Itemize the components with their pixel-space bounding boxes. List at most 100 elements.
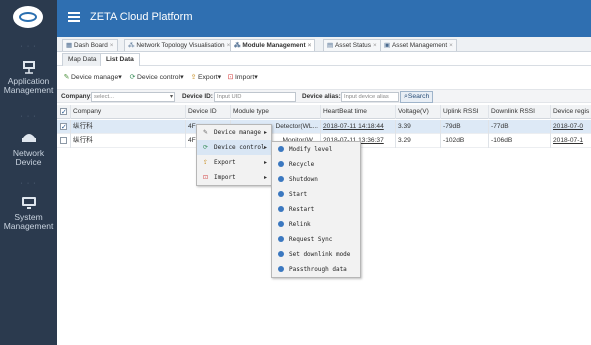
menu-item-label: Request Sync xyxy=(289,236,333,243)
device-manage-button[interactable]: ✎ Device manage▾ xyxy=(63,72,122,84)
left-sidebar: · · · Application Management · · · Netwo… xyxy=(0,0,57,345)
chevron-right-icon: ▸ xyxy=(263,174,267,181)
sidebar-item-system-management[interactable]: System Management xyxy=(0,196,57,231)
column-header[interactable]: Module type xyxy=(231,105,321,119)
sidebar-divider: · · · xyxy=(20,113,37,120)
search-button[interactable]: ⌕Search xyxy=(400,91,434,103)
column-header[interactable]: Company xyxy=(71,105,186,119)
chevron-right-icon: ▸ xyxy=(263,159,267,166)
close-icon[interactable]: × xyxy=(373,42,377,49)
dropdown-arrow-icon: ▾ xyxy=(180,74,184,81)
bullet-icon xyxy=(276,172,285,188)
cell-downlink-rssi: -77dB xyxy=(489,120,551,134)
import-icon: ⊡ xyxy=(202,174,209,181)
table-header: Company Device ID Module type HeartBeat … xyxy=(57,105,591,119)
bullet-icon xyxy=(276,247,285,263)
bullet-icon xyxy=(276,217,285,233)
submenu-item-recycle[interactable]: Recycle xyxy=(272,157,360,172)
row-checkbox[interactable] xyxy=(60,137,67,144)
tab-label: Dash Board xyxy=(74,42,108,49)
device-control-button[interactable]: ⟳ Device control▾ xyxy=(129,72,184,84)
tab-asset-management[interactable]: ▣ Asset Management × xyxy=(380,39,457,51)
column-header[interactable]: HeartBeat time xyxy=(321,105,396,119)
table-row[interactable]: 纵行科 4F Detector(WL... 2018-07-11 14:18:4… xyxy=(57,120,591,134)
sidebar-label: Device xyxy=(15,157,42,167)
device-id-label: Device ID: xyxy=(182,93,213,100)
device-alias-input[interactable]: Input device alias xyxy=(341,92,399,102)
bullet-icon xyxy=(276,232,285,248)
submenu-item-set-downlink-mode[interactable]: Set downlink mode xyxy=(272,247,360,262)
tab-label: Module Management xyxy=(242,42,306,49)
close-icon[interactable]: × xyxy=(110,42,114,49)
company-placeholder: select... xyxy=(94,94,114,100)
menu-item-label: Passthrough data xyxy=(289,266,347,273)
dropdown-arrow-icon: ▾ xyxy=(254,74,258,81)
app-title: ZETA Cloud Platform xyxy=(90,11,193,23)
tab-module-management[interactable]: ⁂ Module Management × xyxy=(230,39,316,51)
module-icon: ⁂ xyxy=(234,42,241,49)
menu-item-import[interactable]: ⊡ Import ▸ xyxy=(197,170,271,185)
button-label: Export xyxy=(198,74,218,81)
submenu-item-passthrough-data[interactable]: Passthrough data xyxy=(272,262,360,277)
cell-uplink-rssi: -102dB xyxy=(441,134,489,148)
submenu-item-start[interactable]: Start xyxy=(272,187,360,202)
submenu-item-shutdown[interactable]: Shutdown xyxy=(272,172,360,187)
bullet-icon xyxy=(276,142,285,158)
chevron-down-icon: ▾ xyxy=(169,94,173,100)
button-label: Search xyxy=(407,93,430,100)
tab-bar: ▦ Dash Board × ⁂ Network Topology Visualisa… xyxy=(57,37,591,52)
button-label: Device manage xyxy=(71,74,119,81)
subtab-map-data[interactable]: Map Data xyxy=(62,53,103,66)
export-button[interactable]: ⇪ Export▾ xyxy=(190,72,221,84)
asset-status-icon: ▤ xyxy=(327,42,334,49)
device-control-icon: ⟳ xyxy=(129,74,136,81)
cell-company: 纵行科 xyxy=(71,134,186,148)
close-icon[interactable]: × xyxy=(449,42,453,49)
column-header[interactable]: Device regis xyxy=(551,105,591,119)
menu-item-label: Export xyxy=(214,159,236,166)
import-button[interactable]: ⊡ Import▾ xyxy=(227,72,258,84)
sidebar-item-application-management[interactable]: Application Management xyxy=(0,60,57,95)
device-id-input[interactable]: Input UID xyxy=(214,92,296,102)
company-select[interactable]: select... ▾ xyxy=(91,92,175,102)
filter-bar: Company: select... ▾ Device ID: Input UI… xyxy=(57,89,591,103)
top-header: ZETA Cloud Platform xyxy=(57,0,591,37)
cell-device-registered[interactable]: 2018-07-0 xyxy=(551,120,591,134)
select-all-checkbox[interactable] xyxy=(60,106,67,119)
column-header[interactable]: Voltage(V) xyxy=(396,105,441,119)
row-checkbox-cell xyxy=(57,120,71,134)
cell-heartbeat[interactable]: 2018-07-11 14:18:44 xyxy=(321,120,396,134)
subtab-list-data[interactable]: List Data xyxy=(100,53,140,66)
column-header[interactable]: Uplink RSSI xyxy=(441,105,489,119)
cell-device-registered[interactable]: 2018-07-1 xyxy=(551,134,591,148)
menu-item-device-control[interactable]: ⟳ Device control ▸ xyxy=(197,140,271,155)
hamburger-menu-icon[interactable] xyxy=(68,12,80,22)
sidebar-item-network-device[interactable]: Network Device xyxy=(0,129,57,167)
cell-uplink-rssi: -79dB xyxy=(441,120,489,134)
row-checkbox[interactable] xyxy=(60,121,67,134)
zeta-logo[interactable] xyxy=(13,6,43,28)
menu-item-label: Relink xyxy=(289,221,311,228)
tab-asset-status[interactable]: ▤ Asset Status × xyxy=(323,39,381,51)
close-icon[interactable]: × xyxy=(308,42,312,49)
menu-item-label: Device control xyxy=(214,144,265,151)
menu-item-label: Device manage xyxy=(214,129,261,136)
device-control-icon: ⟳ xyxy=(202,144,209,151)
submenu-item-request-sync[interactable]: Request Sync xyxy=(272,232,360,247)
submenu-item-restart[interactable]: Restart xyxy=(272,202,360,217)
column-header[interactable]: Downlink RSSI xyxy=(489,105,551,119)
menu-item-label: Shutdown xyxy=(289,176,318,183)
presentation-board-icon xyxy=(21,60,37,74)
tab-network-topology[interactable]: ⁂ Network Topology Visualisation × xyxy=(124,39,235,51)
asset-management-icon: ▣ xyxy=(384,42,391,49)
chevron-right-icon: ▸ xyxy=(263,144,267,151)
device-alias-label: Device alias: xyxy=(302,93,341,100)
menu-item-export[interactable]: ⇪ Export ▸ xyxy=(197,155,271,170)
menu-item-device-manage[interactable]: ✎ Device manage ▸ xyxy=(197,125,271,140)
tab-dash-board[interactable]: ▦ Dash Board × xyxy=(62,39,118,51)
submenu-item-relink[interactable]: Relink xyxy=(272,217,360,232)
column-header[interactable]: Device ID xyxy=(186,105,231,119)
chevron-right-icon: ▸ xyxy=(263,129,267,136)
submenu-item-modify-level[interactable]: Modify level xyxy=(272,142,360,157)
toolbar: ✎ Device manage▾ ⟳ Device control▾ ⇪ Export… xyxy=(57,72,591,85)
